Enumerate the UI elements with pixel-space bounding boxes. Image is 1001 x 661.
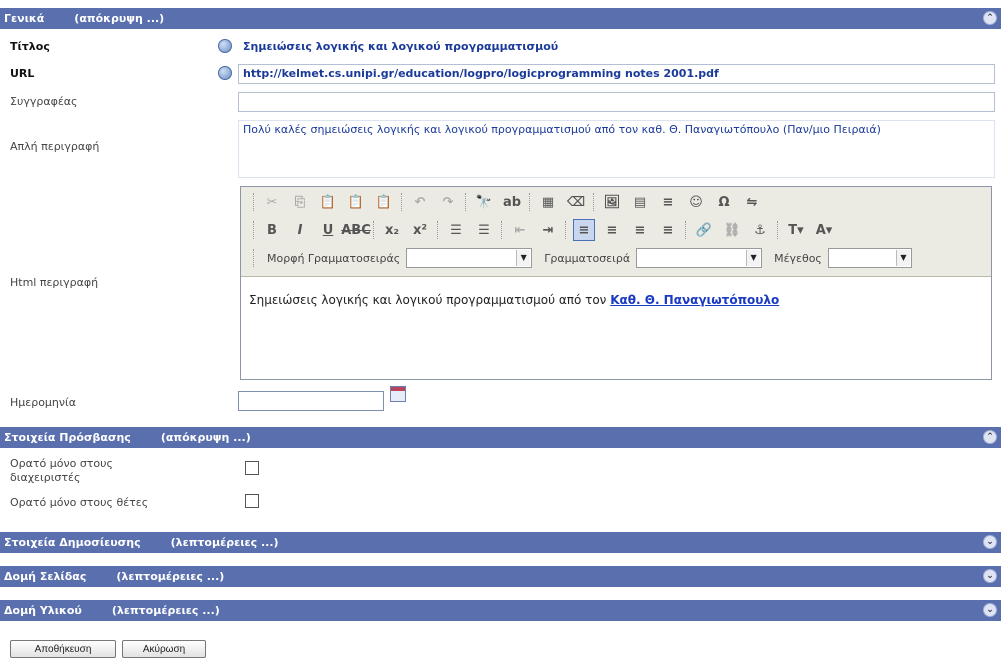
outdent-icon[interactable]: ⇤ <box>509 219 531 241</box>
subscript-icon[interactable]: x₂ <box>381 219 403 241</box>
find-icon[interactable]: 🔭 <box>473 191 495 213</box>
calendar-icon[interactable] <box>390 386 406 402</box>
align-justify-icon[interactable]: ≡ <box>657 219 679 241</box>
expand-down-icon[interactable]: ⌄ <box>983 535 997 549</box>
font-select[interactable]: ▼ <box>636 248 763 268</box>
copy-icon[interactable]: ⎘ <box>289 191 311 213</box>
font-format-select[interactable]: ▼ <box>406 248 533 268</box>
owners-only-checkbox[interactable] <box>245 494 259 508</box>
paste-text-icon[interactable]: 📋 <box>345 191 367 213</box>
authors-label: Συγγραφέας <box>10 95 78 108</box>
section-page-layout-title: Δομή Σελίδας <box>4 570 87 583</box>
align-right-icon[interactable]: ≡ <box>629 219 651 241</box>
section-material-layout-header[interactable]: Δομή Υλικού (λεπτομέρειες ...) ⌄ <box>0 600 1001 621</box>
admins-only-checkbox[interactable] <box>245 461 259 475</box>
smiley-icon[interactable]: ☺ <box>685 191 707 213</box>
chevron-down-icon[interactable]: ▼ <box>746 250 761 266</box>
link-icon[interactable]: 🔗 <box>693 219 715 241</box>
date-input[interactable] <box>238 391 384 411</box>
cancel-button[interactable]: Ακύρωση <box>122 640 206 658</box>
editor-content[interactable]: Σημειώσεις λογικής και λογικού προγραμμα… <box>249 293 779 307</box>
undo-icon[interactable]: ↶ <box>409 191 431 213</box>
special-char-icon[interactable]: Ω <box>713 191 735 213</box>
toolbar-row-2: B I U ABC x₂ x² ☰ ☰ ⇤ ⇥ ≡ ≡ ≡ ≡ 🔗 ⛓ ⚓ T▾… <box>253 217 835 243</box>
section-access-toggle[interactable]: (απόκρυψη ...) <box>161 431 251 444</box>
select-all-icon[interactable]: ▦ <box>537 191 559 213</box>
plain-description-label: Απλή περιγραφή <box>10 140 100 153</box>
html-description-label: Html περιγραφή <box>10 276 99 289</box>
editor-content-link[interactable]: Καθ. Θ. Παναγιωτόπουλο <box>610 293 779 307</box>
authors-field[interactable] <box>238 92 995 112</box>
ordered-list-icon[interactable]: ☰ <box>445 219 467 241</box>
cut-icon[interactable]: ✂ <box>261 191 283 213</box>
section-general-toggle[interactable]: (απόκρυψη ...) <box>74 12 164 25</box>
size-label: Μέγεθος <box>774 251 822 265</box>
url-field[interactable]: http://kelmet.cs.unipi.gr/education/logp… <box>238 64 995 84</box>
redo-icon[interactable]: ↷ <box>437 191 459 213</box>
paste-word-icon[interactable]: 📋 <box>373 191 395 213</box>
expand-down-icon[interactable]: ⌄ <box>983 569 997 583</box>
text-color-icon[interactable]: T▾ <box>785 219 807 241</box>
owners-only-label: Ορατό μόνο στους θέτες <box>10 496 149 509</box>
strikethrough-icon[interactable]: ABC <box>341 219 371 241</box>
anchor-icon[interactable]: ⚓ <box>749 219 771 241</box>
paste-icon[interactable]: 📋 <box>317 191 339 213</box>
section-publication-title: Στοιχεία Δημοσίευσης <box>4 536 141 549</box>
section-material-layout-title: Δομή Υλικού <box>4 604 82 617</box>
font-format-label: Μορφή Γραμματοσειράς <box>267 251 401 265</box>
plain-description-textarea[interactable]: Πολύ καλές σημειώσεις λογικής και λογικο… <box>238 120 995 178</box>
replace-icon[interactable]: ab <box>501 191 523 213</box>
superscript-icon[interactable]: x² <box>409 219 431 241</box>
unlink-icon[interactable]: ⛓ <box>721 219 743 241</box>
page-break-icon[interactable]: ⇋ <box>741 191 763 213</box>
editor-content-text: Σημειώσεις λογικής και λογικού προγραμμα… <box>249 293 607 307</box>
section-page-layout-toggle[interactable]: (λεπτομέρειες ...) <box>116 570 224 583</box>
underline-icon[interactable]: U <box>317 219 339 241</box>
section-general-header[interactable]: Γενικά (απόκρυψη ...) ⌃ <box>0 8 1001 29</box>
globe-icon <box>218 39 232 53</box>
save-button[interactable]: Αποθήκευση <box>10 640 116 658</box>
section-publication-header[interactable]: Στοιχεία Δημοσίευσης (λεπτομέρειες ...) … <box>0 532 1001 553</box>
unordered-list-icon[interactable]: ☰ <box>473 219 495 241</box>
size-select[interactable]: ▼ <box>827 248 912 268</box>
section-access-header[interactable]: Στοιχεία Πρόσβασης (απόκρυψη ...) ⌃ <box>0 427 1001 448</box>
image-icon[interactable]: 🖼 <box>601 191 623 213</box>
expand-down-icon[interactable]: ⌄ <box>983 603 997 617</box>
html-editor[interactable]: ✂ ⎘ 📋 📋 📋 ↶ ↷ 🔭 ab ▦ ⌫ 🖼 ▤ ≡ ☺ Ω ⇋ B I U… <box>240 186 992 380</box>
section-access-title: Στοιχεία Πρόσβασης <box>4 431 131 444</box>
url-label: URL <box>10 67 35 80</box>
eraser-icon[interactable]: ⌫ <box>565 191 587 213</box>
italic-icon[interactable]: I <box>289 219 311 241</box>
toolbar-row-3: Μορφή Γραμματοσειράς ▼ Γραμματοσειρά ▼ Μ… <box>253 245 912 271</box>
align-center-icon[interactable]: ≡ <box>601 219 623 241</box>
chevron-down-icon[interactable]: ▼ <box>516 250 531 266</box>
indent-icon[interactable]: ⇥ <box>537 219 559 241</box>
horizontal-rule-icon[interactable]: ≡ <box>657 191 679 213</box>
background-color-icon[interactable]: A▾ <box>813 219 835 241</box>
date-label: Ημερομηνία <box>10 396 77 409</box>
section-material-layout-toggle[interactable]: (λεπτομέρειες ...) <box>112 604 220 617</box>
admins-only-label: Ορατό μόνο στους διαχειριστές <box>10 457 113 484</box>
table-icon[interactable]: ▤ <box>629 191 651 213</box>
title-label: Τίτλος <box>10 40 50 53</box>
collapse-up-icon[interactable]: ⌃ <box>983 430 997 444</box>
collapse-up-icon[interactable]: ⌃ <box>983 11 997 25</box>
font-label: Γραμματοσειρά <box>544 251 631 265</box>
section-page-layout-header[interactable]: Δομή Σελίδας (λεπτομέρειες ...) ⌄ <box>0 566 1001 587</box>
chevron-down-icon[interactable]: ▼ <box>895 250 910 266</box>
align-left-icon[interactable]: ≡ <box>573 219 595 241</box>
bold-icon[interactable]: B <box>261 219 283 241</box>
toolbar-row-1: ✂ ⎘ 📋 📋 📋 ↶ ↷ 🔭 ab ▦ ⌫ 🖼 ▤ ≡ ☺ Ω ⇋ <box>253 189 763 215</box>
editor-toolbar: ✂ ⎘ 📋 📋 📋 ↶ ↷ 🔭 ab ▦ ⌫ 🖼 ▤ ≡ ☺ Ω ⇋ B I U… <box>241 187 991 277</box>
title-field[interactable]: Σημειώσεις λογικής και λογικού προγραμμα… <box>238 37 995 57</box>
globe-icon <box>218 66 232 80</box>
section-general-title: Γενικά <box>4 12 45 25</box>
section-publication-toggle[interactable]: (λεπτομέρειες ...) <box>171 536 279 549</box>
